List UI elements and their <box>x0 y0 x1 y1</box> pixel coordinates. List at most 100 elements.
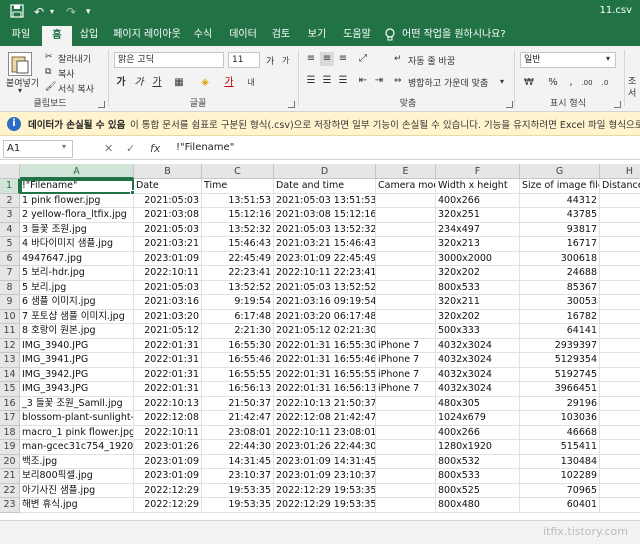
indent-increase-icon[interactable]: ⇥ <box>372 74 386 88</box>
table-cell[interactable]: IMG_3942.JPG <box>20 367 134 382</box>
row-header[interactable]: 10 <box>0 309 20 324</box>
table-cell[interactable]: 백조.jpg <box>20 454 134 469</box>
row-header[interactable]: 7 <box>0 266 20 281</box>
font-color-button[interactable]: 가 <box>222 76 236 90</box>
table-cell[interactable] <box>600 223 640 237</box>
column-header-g[interactable]: G <box>520 164 600 179</box>
table-cell[interactable]: 5 보리.jpg <box>20 280 134 295</box>
table-cell[interactable] <box>600 208 640 223</box>
table-cell[interactable]: macro_1 pink flower.jpg <box>20 425 134 440</box>
row-header[interactable]: 17 <box>0 411 20 426</box>
table-cell[interactable] <box>600 455 640 469</box>
table-cell[interactable] <box>600 194 640 208</box>
row-header[interactable]: 3 <box>0 208 20 223</box>
bold-button[interactable]: 가 <box>114 76 128 90</box>
table-cell[interactable]: 3000x2000 <box>436 251 520 266</box>
table-cell[interactable]: 130484 <box>520 454 600 469</box>
row-header[interactable]: 9 <box>0 295 20 310</box>
table-cell[interactable]: 2022:12:29 <box>134 483 202 498</box>
table-cell[interactable]: 2021:05:03 13:51:53 <box>274 193 376 208</box>
table-cell[interactable]: 2021:03:21 15:46:43 <box>274 237 376 252</box>
table-cell[interactable]: 2022:01:31 16:56:13 <box>274 382 376 397</box>
table-cell[interactable]: 70965 <box>520 483 600 498</box>
table-cell[interactable]: 2021:03:20 <box>134 309 202 324</box>
formula-input[interactable]: !"Filename" <box>176 142 234 153</box>
table-cell[interactable]: 2022:12:29 19:53:35 <box>274 483 376 498</box>
table-cell[interactable] <box>376 411 436 426</box>
table-cell[interactable]: 2022:12:29 19:53:35 <box>274 498 376 513</box>
table-cell[interactable]: 2021:05:12 <box>134 324 202 339</box>
paste-icon[interactable] <box>8 52 32 76</box>
header-cell[interactable]: Time <box>202 179 274 194</box>
table-cell[interactable]: 2021:05:03 <box>134 193 202 208</box>
table-cell[interactable]: 2021:03:21 <box>134 237 202 252</box>
align-bottom-icon[interactable]: ≡ <box>336 52 350 66</box>
undo-dropdown-icon[interactable]: ▾ <box>50 4 54 20</box>
table-cell[interactable] <box>376 295 436 310</box>
table-cell[interactable]: 6:17:48 <box>202 309 274 324</box>
table-cell[interactable] <box>600 397 640 411</box>
table-cell[interactable]: 2021:03:08 15:12:16 <box>274 208 376 223</box>
save-icon[interactable] <box>10 4 24 22</box>
table-cell[interactable]: 102289 <box>520 469 600 484</box>
align-center-icon[interactable]: ☰ <box>320 74 334 88</box>
table-cell[interactable]: 2021:03:20 06:17:48 <box>274 309 376 324</box>
header-cell[interactable]: Date and time <box>274 179 376 194</box>
tab-formulas[interactable]: 수식 <box>188 24 218 46</box>
table-cell[interactable]: 1 pink flower.jpg <box>20 193 134 208</box>
redo-icon[interactable]: ↷ <box>66 4 76 20</box>
table-cell[interactable]: 19:53:35 <box>202 498 274 513</box>
grow-font-button[interactable]: 가 <box>266 54 274 67</box>
header-cell[interactable]: !"Filename" <box>20 179 134 194</box>
header-cell[interactable]: Camera mod <box>376 179 436 194</box>
table-cell[interactable] <box>376 396 436 411</box>
fill-color-icon[interactable]: ◈ <box>198 76 212 90</box>
borders-icon[interactable]: ▦ <box>172 76 186 90</box>
row-header[interactable]: 8 <box>0 280 20 295</box>
cancel-icon[interactable]: ✕ <box>104 142 113 155</box>
table-cell[interactable]: 14:31:45 <box>202 454 274 469</box>
table-cell[interactable]: 2022:12:29 <box>134 498 202 513</box>
tab-insert[interactable]: 삽입 <box>74 24 104 46</box>
paste-button[interactable]: 붙여넣기 <box>6 76 39 89</box>
table-cell[interactable]: 13:51:53 <box>202 193 274 208</box>
table-cell[interactable]: 3966451 <box>520 382 600 397</box>
row-header[interactable]: 13 <box>0 353 20 368</box>
table-cell[interactable]: 2021:05:12 02:21:30 <box>274 324 376 339</box>
table-cell[interactable]: 16:55:46 <box>202 353 274 368</box>
table-cell[interactable] <box>376 454 436 469</box>
table-cell[interactable] <box>600 498 640 513</box>
table-cell[interactable]: 800x533 <box>436 469 520 484</box>
table-cell[interactable] <box>600 469 640 484</box>
table-cell[interactable]: IMG_3943.JPG <box>20 382 134 397</box>
table-cell[interactable]: 300618 <box>520 251 600 266</box>
table-cell[interactable]: 해변 휴식.jpg <box>20 498 134 513</box>
table-cell[interactable]: 2021:05:03 13:52:52 <box>274 280 376 295</box>
table-cell[interactable]: 4032x3024 <box>436 338 520 353</box>
column-header-h[interactable]: H <box>600 164 640 179</box>
table-cell[interactable]: 23:10:37 <box>202 469 274 484</box>
table-cell[interactable]: 320x251 <box>436 208 520 223</box>
table-cell[interactable]: 24688 <box>520 266 600 281</box>
table-cell[interactable] <box>376 208 436 223</box>
undo-icon[interactable]: ↶ <box>34 4 44 20</box>
table-cell[interactable]: 400x266 <box>436 193 520 208</box>
table-cell[interactable] <box>600 266 640 281</box>
enter-icon[interactable]: ✓ <box>126 142 135 155</box>
worksheet-grid[interactable]: A B C D E F G H 1 !"Filename" Date Time Date and tim… <box>0 164 640 520</box>
table-cell[interactable]: 2022:01:31 <box>134 382 202 397</box>
table-cell[interactable]: 2022:10:11 23:08:01 <box>274 425 376 440</box>
table-cell[interactable]: 800x480 <box>436 498 520 513</box>
table-cell[interactable] <box>600 310 640 324</box>
column-header-b[interactable]: B <box>134 164 202 179</box>
clipboard-launcher-icon[interactable] <box>98 101 105 108</box>
table-cell[interactable] <box>600 382 640 397</box>
table-cell[interactable]: 400x266 <box>436 425 520 440</box>
tab-help[interactable]: 도움말 <box>338 24 376 46</box>
row-header[interactable]: 16 <box>0 396 20 411</box>
row-header[interactable]: 14 <box>0 367 20 382</box>
table-cell[interactable] <box>376 266 436 281</box>
table-cell[interactable]: 2021:03:16 09:19:54 <box>274 295 376 310</box>
header-cell[interactable]: Date <box>134 179 202 194</box>
table-cell[interactable] <box>376 193 436 208</box>
